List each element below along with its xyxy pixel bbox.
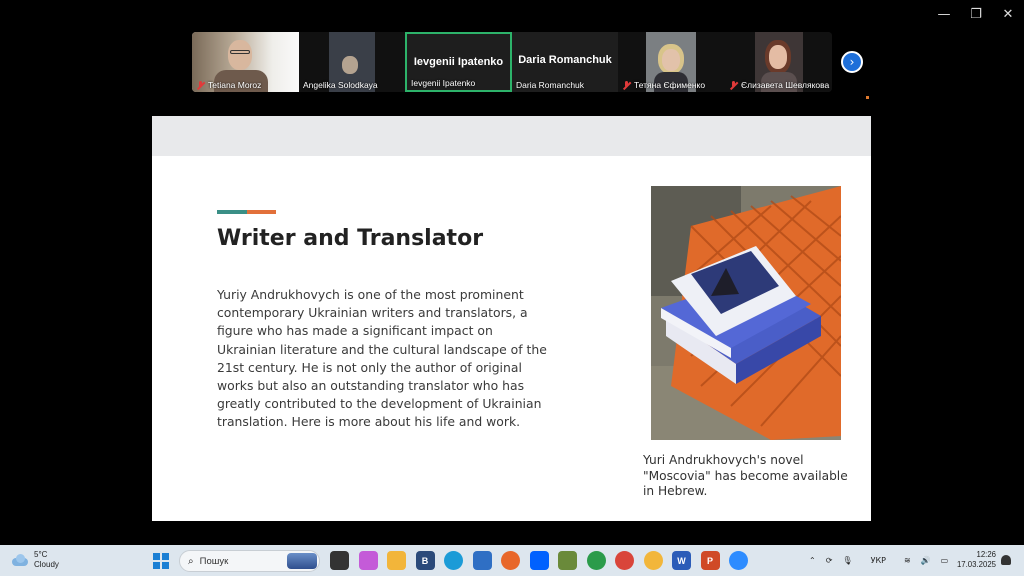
chevron-right-icon: › — [849, 55, 855, 69]
chrome-icon[interactable] — [586, 551, 606, 570]
copilot-icon[interactable] — [358, 551, 378, 570]
participant-tile[interactable]: Tetiana Moroz — [192, 32, 299, 92]
participant-tile-active[interactable]: Ievgenii Ipatenko Ievgenii Ipatenko — [405, 32, 512, 92]
participant-name: Tetiana Moroz — [196, 80, 261, 90]
b-app-icon-glyph: B — [421, 555, 429, 566]
search-icon: ⌕ — [188, 555, 194, 567]
participant-name: Angelika Solodkaya — [303, 80, 378, 90]
microphone-icon[interactable]: 🎙 — [842, 556, 852, 565]
participant-glasses — [230, 50, 250, 54]
taskbar-apps: BWP — [330, 551, 748, 570]
participant-title: Daria Romanchuk — [518, 54, 612, 66]
participant-tile[interactable]: Тетяна Єфименко — [618, 32, 725, 92]
edge-icon[interactable] — [444, 551, 463, 570]
wifi-icon[interactable]: ≋ — [904, 556, 911, 565]
powerpoint-icon[interactable]: P — [700, 551, 720, 570]
system-tray: ⌃ ⟳ 🎙 УКР ≋ 🔊 ▭ — [809, 545, 948, 576]
battery-icon[interactable]: ▭ — [941, 556, 949, 565]
participant-strip: Tetiana Moroz Angelika Solodkaya Ievgeni… — [192, 32, 832, 92]
notification-bell-icon[interactable] — [1001, 555, 1011, 565]
participant-title: Ievgenii Ipatenko — [413, 56, 504, 68]
restore-button[interactable]: ❐ — [960, 0, 992, 28]
slide-header-band — [152, 116, 871, 156]
accent-teal — [217, 210, 247, 214]
participant-name: Daria Romanchuk — [516, 80, 585, 90]
weather-widget[interactable]: 5°C Cloudy — [10, 550, 59, 570]
search-placeholder: Пошук — [199, 555, 229, 567]
participant-face — [769, 45, 787, 69]
window-controls: — ❐ ✕ — [928, 0, 1024, 28]
title-accent-bar — [217, 210, 276, 214]
weather-desc: Cloudy — [34, 560, 59, 569]
accent-orange — [246, 210, 276, 214]
weather-temp: 5°C — [34, 550, 48, 559]
participant-name: Ievgenii Ipatenko — [411, 78, 476, 88]
mic-muted-icon — [622, 80, 631, 90]
mic-muted-icon — [729, 80, 738, 90]
windows-logo-icon — [153, 553, 160, 561]
clock-date: 17.03.2025 — [956, 560, 996, 569]
cloud-icon — [10, 554, 28, 566]
participant-face — [228, 40, 252, 70]
windows-logo-icon-part — [153, 561, 160, 569]
language-indicator[interactable]: УКР — [871, 556, 886, 565]
search-highlight-image — [287, 553, 317, 569]
dropbox-icon[interactable] — [529, 551, 549, 570]
windows-logo-icon-part — [161, 553, 169, 561]
participant-face — [662, 49, 680, 71]
slide-body-text: Yuriy Andrukhovych is one of the most pr… — [217, 287, 547, 430]
powerpoint-icon-glyph: P — [706, 555, 713, 566]
taskbar: 5°C Cloudy ⌕ Пошук B W P ⌃ ⟳ 🎙 УКР ≋ 🔊 ▭ 1… — [0, 545, 1024, 576]
store-icon[interactable] — [472, 551, 492, 570]
participant-tile[interactable]: Daria Romanchuk Daria Romanchuk — [512, 32, 618, 92]
firefox-icon[interactable] — [501, 551, 520, 570]
minimize-button[interactable]: — — [928, 0, 960, 28]
participant-tile[interactable]: Єлизавета Шевлякова — [725, 32, 832, 92]
volume-icon[interactable]: 🔊 — [921, 556, 931, 565]
b-app-icon[interactable]: B — [415, 551, 435, 570]
shared-slide: Writer and Translator Yuriy Andrukhovych… — [152, 116, 871, 521]
participant-face — [342, 56, 358, 74]
windows-logo-icon-part — [161, 561, 169, 569]
zoom-icon[interactable] — [729, 551, 748, 570]
chrome-icon-2[interactable] — [615, 551, 634, 570]
participant-tile[interactable]: Angelika Solodkaya — [299, 32, 405, 92]
photo-caption: Yuri Andrukhovych's novel "Moscovia" has… — [643, 453, 848, 498]
participant-name: Тетяна Єфименко — [622, 80, 705, 90]
sync-icon[interactable]: ⟳ — [826, 556, 833, 565]
word-icon-glyph: W — [677, 555, 686, 566]
file-explorer-icon[interactable] — [330, 551, 349, 570]
mic-muted-icon — [196, 80, 205, 90]
next-participants-button[interactable]: › — [841, 51, 863, 73]
slide-title: Writer and Translator — [217, 226, 484, 251]
taskbar-search[interactable]: ⌕ Пошук — [179, 550, 320, 572]
chevron-up-icon[interactable]: ⌃ — [809, 556, 816, 565]
clock-time: 12:26 — [976, 550, 996, 559]
close-button[interactable]: ✕ — [992, 0, 1024, 28]
word-icon[interactable]: W — [672, 551, 691, 570]
chrome-icon-3[interactable] — [643, 551, 663, 570]
start-button[interactable] — [153, 553, 169, 569]
share-indicator-dot — [866, 96, 869, 99]
book-photo — [651, 186, 841, 440]
sketch-tool-icon[interactable] — [558, 551, 577, 570]
clock[interactable]: 12:26 17.03.2025 — [950, 550, 996, 570]
book-photo-illustration — [651, 186, 841, 440]
folder-icon[interactable] — [387, 551, 406, 570]
participant-name: Єлизавета Шевлякова — [729, 80, 829, 90]
